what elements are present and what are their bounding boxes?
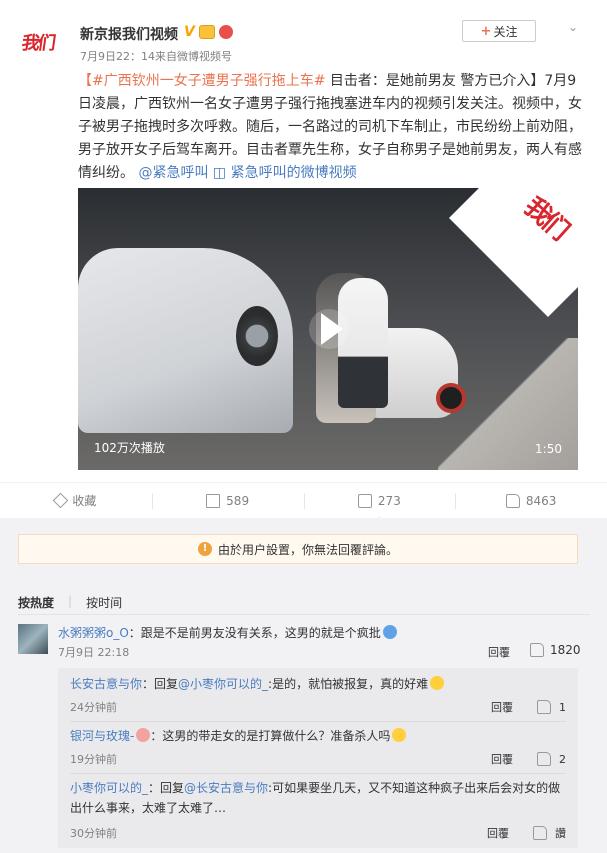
reply-like-count: 2 <box>559 752 566 766</box>
mention-link[interactable]: @紧急呼叫 <box>138 165 208 181</box>
video-duration: 1:50 <box>535 442 562 456</box>
emoji-icon <box>392 728 407 742</box>
reply-item: 小枣你可以的_：回复@长安古意与你:可如果要坐几天，又不知道这种疯子出来后会对女… <box>70 778 570 818</box>
divider <box>70 773 566 774</box>
thumbs-up-icon <box>505 493 520 508</box>
reply-footer: 24分钟前 回覆 1 <box>70 699 566 715</box>
verified-icon: V <box>184 24 195 40</box>
like-button[interactable]: 8463 <box>455 483 607 518</box>
video-source-link[interactable]: 紧急呼叫的微博视频 <box>231 165 357 181</box>
commenter-name-link[interactable]: 水粥粥粥o_O <box>58 626 129 640</box>
reply-text: ：这男的带走女的是打算做什么？准备杀人吗 <box>150 729 391 743</box>
notice-text: 由於用户設置，你無法回覆評論。 <box>217 542 398 557</box>
play-count: 102万次播放 <box>94 441 165 455</box>
thumbs-up-icon <box>533 826 547 840</box>
reply-prefix: ：回复 <box>142 677 179 691</box>
reply-mention-link[interactable]: @长安古意与你 <box>184 781 268 795</box>
comment-button[interactable]: 273 <box>303 483 456 522</box>
follow-label: 关注 <box>493 24 518 39</box>
thumbs-up-icon <box>537 752 551 766</box>
publisher-name[interactable]: 新京报我们视频 <box>80 24 178 44</box>
info-icon: ! <box>197 542 212 556</box>
comment-like-count: 1820 <box>550 643 581 657</box>
follow-button[interactable]: + 关注 <box>462 20 536 42</box>
divider <box>18 614 590 615</box>
reply-item: 银河与玫瑰- ：这男的带走女的是打算做什么？准备杀人吗 <box>70 726 570 746</box>
reply-like-count: 讚 <box>555 827 566 840</box>
post-meta: 7月9日22：14来自微博视频号 <box>80 50 232 63</box>
favorite-button[interactable]: 收藏 <box>0 483 152 518</box>
video-frame-scooter-wheel <box>436 383 466 413</box>
share-button[interactable]: 589 <box>151 483 304 518</box>
like-count: 8463 <box>525 493 557 508</box>
topic-hashtag-link[interactable]: 【#广西钦州一女子遭男子强行拖上车# <box>78 73 325 89</box>
comment-content: 水粥粥粥o_O：跟是不是前男友没有关系，这男的就是个疯批 <box>58 624 397 641</box>
sort-by-time-tab[interactable]: 按时间 <box>86 594 122 611</box>
weibo-post-card: 我们 新京报我们视频 V 7月9日22：14来自微博视频号 + 关注 ⌄ 【#广… <box>0 0 607 853</box>
avatar-logo-text: 我们 <box>20 33 56 54</box>
play-icon[interactable] <box>309 309 349 349</box>
reply-like-button[interactable]: 讚 <box>533 825 566 841</box>
star-icon <box>53 492 69 509</box>
reply-button[interactable]: 回覆 <box>488 644 510 660</box>
video-frame-wheel <box>236 306 278 366</box>
reply-button[interactable]: 回覆 <box>487 825 509 841</box>
reply-time: 19分钟前 <box>70 753 117 766</box>
divider <box>70 721 566 722</box>
post-body: 【#广西钦州一女子遭男子强行拖上车# 目击者：是她前男友 警方已介入】7月9日凌… <box>78 70 588 185</box>
sort-by-heat-tab[interactable]: 按热度 <box>18 594 54 611</box>
reply-footer: 30分钟前 回覆 讚 <box>70 825 566 841</box>
publisher-avatar[interactable]: 我们 <box>16 20 60 64</box>
reply-button[interactable]: 回覆 <box>491 699 513 715</box>
reply-list: 长安古意与你：回复@小枣你可以的_:是的，就怕被报复，真的好难 24分钟前 回覆… <box>58 668 578 848</box>
video-player[interactable]: 我们 102万次播放 1:50 <box>78 188 578 470</box>
emoji-icon <box>430 676 445 690</box>
reply-like-count: 1 <box>559 700 566 714</box>
reply-time: 24分钟前 <box>70 701 117 714</box>
reply-mention-link[interactable]: @小枣你可以的_ <box>178 677 268 691</box>
reply-prefix: ：回复 <box>148 781 185 795</box>
comment-text: ：跟是不是前男友没有关系，这男的就是个疯批 <box>128 626 381 640</box>
reply-like-button[interactable]: 2 <box>537 752 566 766</box>
thumbs-up-icon <box>537 700 551 714</box>
comment-icon <box>357 493 372 508</box>
reply-like-button[interactable]: 1 <box>537 700 566 714</box>
comment-like-button[interactable]: 1820 <box>530 643 581 657</box>
user-badges: V <box>184 24 233 40</box>
comment-count: 273 <box>377 493 401 508</box>
action-bar: 收藏 589 273 8463 <box>0 482 607 522</box>
member-badge-icon <box>198 25 215 39</box>
video-link-icon: ◫ <box>212 165 227 181</box>
reply-button[interactable]: 回覆 <box>491 751 513 767</box>
badge-icon <box>136 728 151 742</box>
thumbs-up-icon <box>530 643 544 657</box>
reply-time: 30分钟前 <box>70 827 117 840</box>
activity-badge-icon <box>218 25 233 39</box>
comment-section: ! 由於用户設置，你無法回覆評論。 按热度 | 按时间 水粥粥粥o_O：跟是不是… <box>0 518 607 853</box>
reply-user-link[interactable]: 小枣你可以的_ <box>70 781 148 795</box>
reply-text: :是的，就怕被报复，真的好难 <box>268 677 429 691</box>
reply-user-link[interactable]: 长安古意与你 <box>70 677 142 691</box>
video-frame-person <box>338 278 388 408</box>
reply-item: 长安古意与你：回复@小枣你可以的_:是的，就怕被报复，真的好难 <box>70 674 570 694</box>
commenter-avatar[interactable] <box>18 624 48 654</box>
reply-user-link[interactable]: 银河与玫瑰- <box>70 729 134 743</box>
comment-time: 7月9日 22:18 <box>58 646 130 659</box>
favorite-label: 收藏 <box>72 494 97 508</box>
plus-icon: + <box>480 23 492 39</box>
comment-restriction-notice: ! 由於用户設置，你無法回覆評論。 <box>18 534 578 564</box>
share-icon <box>206 493 221 508</box>
reply-footer: 19分钟前 回覆 2 <box>70 751 566 767</box>
chevron-down-icon[interactable]: ⌄ <box>566 20 580 34</box>
sort-separator: | <box>68 594 73 608</box>
comment-sort-tabs: 按热度 | 按时间 <box>18 594 122 611</box>
emoji-icon <box>382 625 397 639</box>
share-count: 589 <box>226 493 250 508</box>
